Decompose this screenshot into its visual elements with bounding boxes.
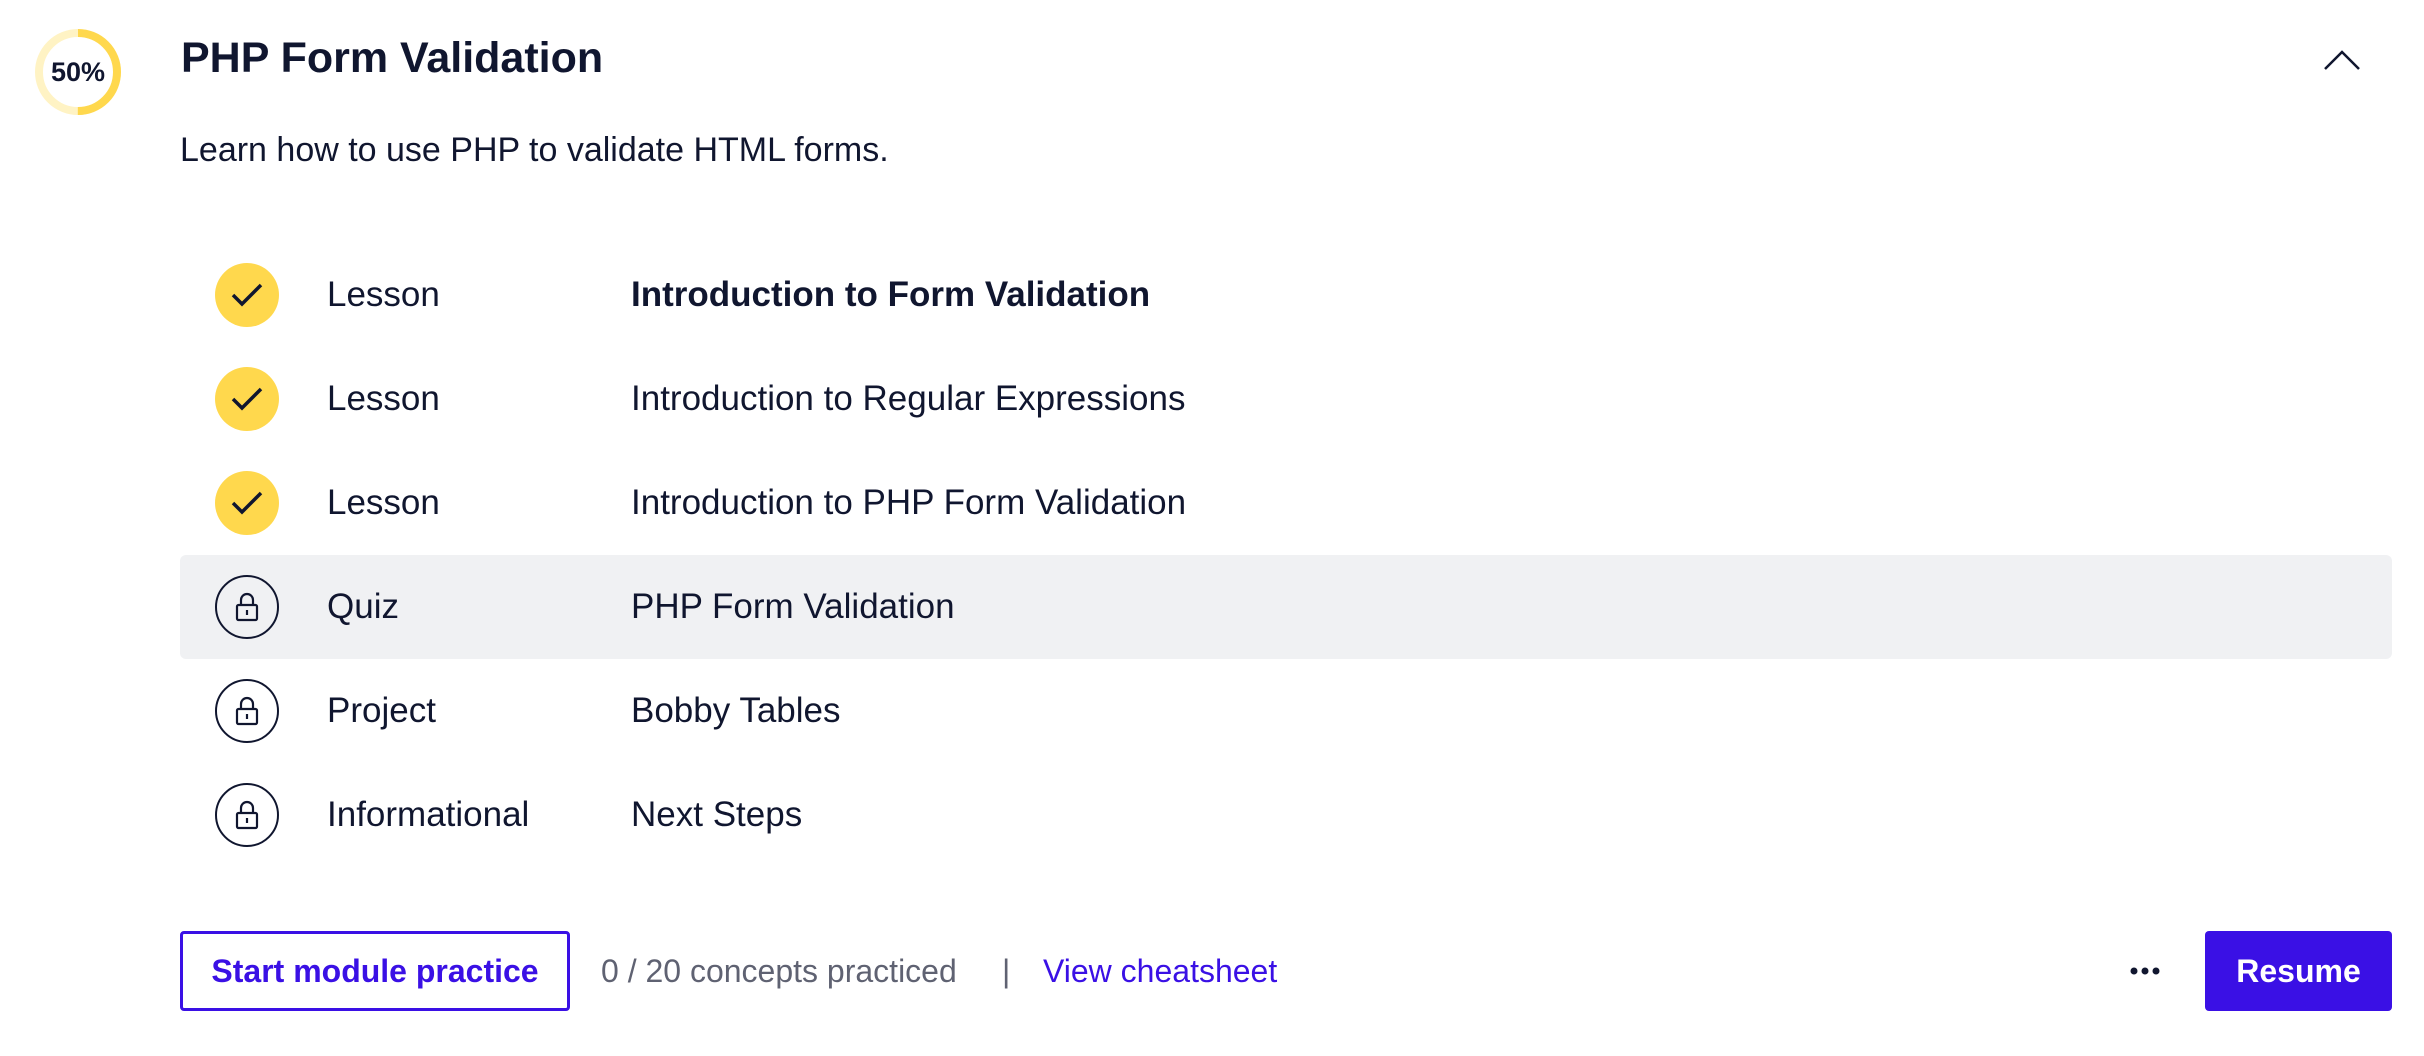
footer-separator: | <box>1002 952 1011 989</box>
item-title: Introduction to Regular Expressions <box>631 379 1186 418</box>
item-type: Lesson <box>327 379 440 418</box>
item-title: PHP Form Validation <box>631 587 955 626</box>
item-type: Quiz <box>327 587 399 626</box>
item-title: Introduction to PHP Form Validation <box>631 483 1187 522</box>
module-footer: Start module practice 0 / 20 concepts pr… <box>180 931 2392 1011</box>
item-title: Next Steps <box>631 795 803 834</box>
list-item[interactable]: Lesson Introduction to PHP Form Validati… <box>180 451 2392 555</box>
item-type: Lesson <box>327 275 440 314</box>
start-module-practice-button[interactable]: Start module practice <box>180 931 570 1011</box>
more-options-button[interactable] <box>2120 946 2170 996</box>
module-title: PHP Form Validation <box>181 34 604 82</box>
module-description: Learn how to use PHP to validate HTML fo… <box>180 131 889 169</box>
item-type: Lesson <box>327 483 440 522</box>
chevron-up-icon <box>2324 50 2360 70</box>
collapse-button[interactable] <box>2318 36 2366 84</box>
resume-button[interactable]: Resume <box>2205 931 2392 1011</box>
item-type: Informational <box>327 795 530 834</box>
more-horizontal-icon <box>2130 967 2160 975</box>
list-item[interactable]: Project Bobby Tables <box>180 659 2392 763</box>
view-cheatsheet-link[interactable]: View cheatsheet <box>1043 931 1277 1011</box>
progress-percent: 50% <box>50 56 106 87</box>
item-type: Project <box>327 691 436 730</box>
module-item-list: Lesson Introduction to Form Validation L… <box>180 243 2392 867</box>
completed-status <box>215 263 279 327</box>
list-item[interactable]: Lesson Introduction to Regular Expressio… <box>180 347 2392 451</box>
locked-status <box>215 679 279 743</box>
list-item[interactable]: Informational Next Steps <box>180 763 2392 867</box>
module-card: 50% PHP Form Validation Learn how to use… <box>0 0 2424 1056</box>
completed-status <box>215 367 279 431</box>
lock-icon <box>235 592 259 622</box>
lock-icon <box>235 800 259 830</box>
locked-status <box>215 575 279 639</box>
check-icon <box>231 387 263 411</box>
completed-status <box>215 471 279 535</box>
check-icon <box>231 491 263 515</box>
check-icon <box>231 283 263 307</box>
item-title: Bobby Tables <box>631 691 841 730</box>
list-item[interactable]: Lesson Introduction to Form Validation <box>180 243 2392 347</box>
progress-ring: 50% <box>33 27 123 117</box>
locked-status <box>215 783 279 847</box>
list-item[interactable]: Quiz PHP Form Validation <box>180 555 2392 659</box>
lock-icon <box>235 696 259 726</box>
concepts-practiced-count: 0 / 20 concepts practiced <box>601 952 957 989</box>
item-title: Introduction to Form Validation <box>631 275 1151 314</box>
